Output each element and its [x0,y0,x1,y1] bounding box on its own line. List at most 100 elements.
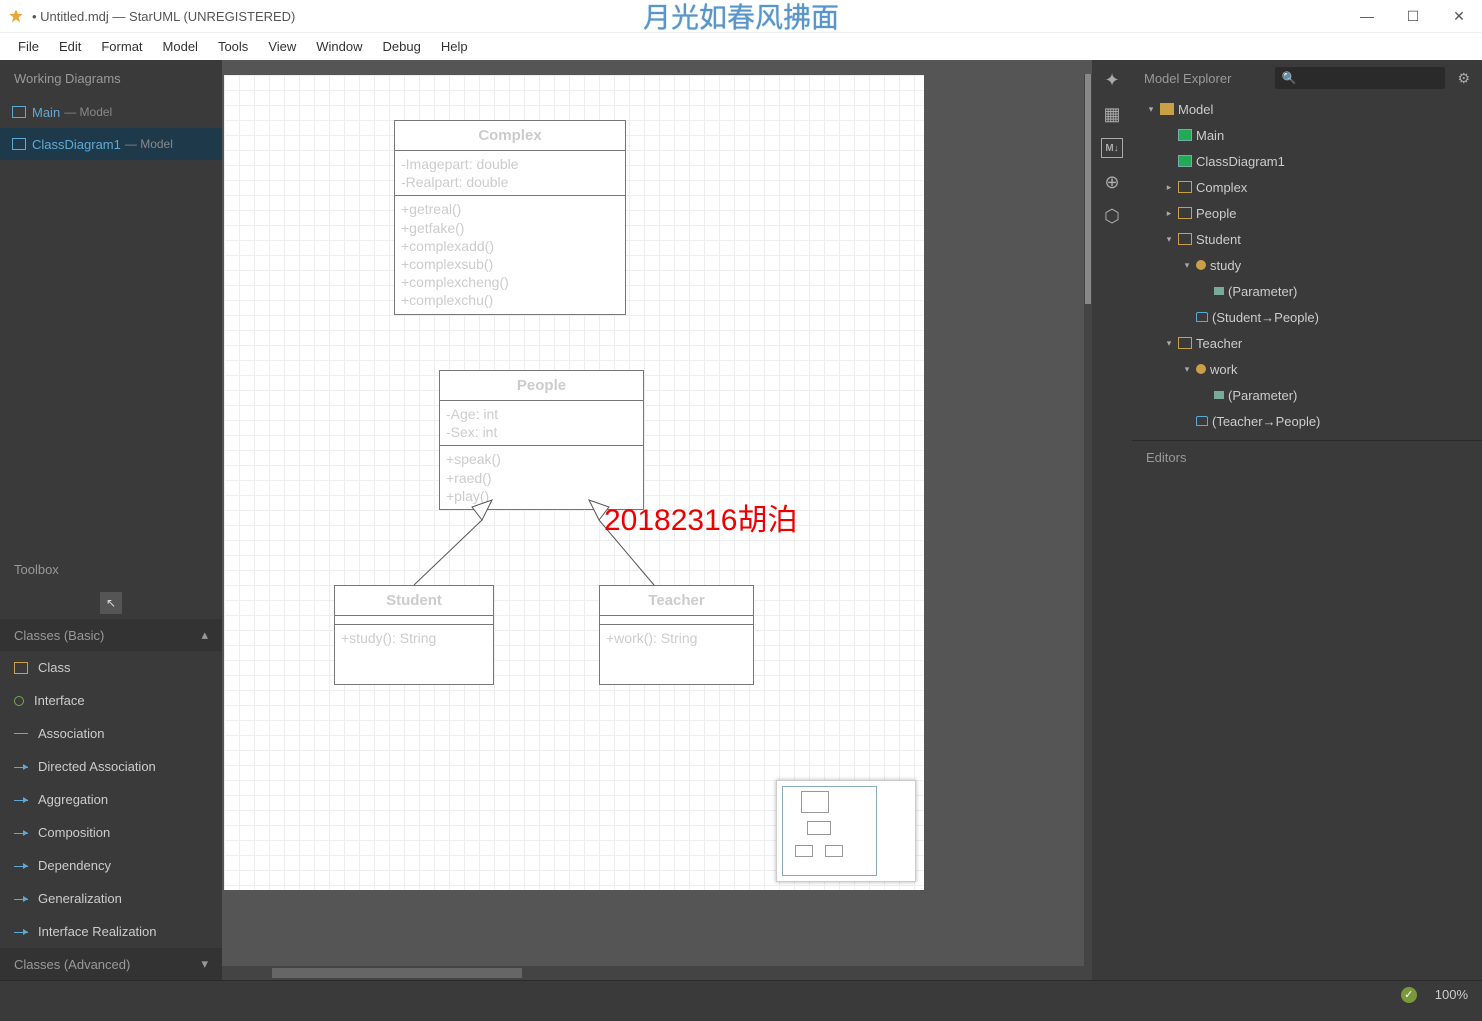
zoom-level[interactable]: 100% [1435,987,1468,1002]
tool-association[interactable]: Association [0,717,222,750]
class-teacher[interactable]: Teacher +work(): String [599,585,754,685]
class-complex[interactable]: Complex -Imagepart: double-Realpart: dou… [394,120,626,315]
menu-format[interactable]: Format [91,35,152,58]
menu-help[interactable]: Help [431,35,478,58]
tool-icon [14,927,28,937]
tree-twist-icon[interactable]: ▸ [1164,208,1174,219]
tree-node-student[interactable]: ▾Student [1132,226,1482,252]
class-operations: +work(): String [600,625,753,651]
tree-node--student-people-[interactable]: (Student→People) [1132,304,1482,330]
pointer-icon: ↖ [100,592,122,614]
tool-composition[interactable]: Composition [0,816,222,849]
working-diagrams-list: Main— ModelClassDiagram1— Model [0,96,222,160]
extension-icon[interactable]: ✦ [1101,70,1123,90]
markdown-icon[interactable]: M↓ [1101,138,1123,158]
expand-icon: ▾ [201,956,208,972]
tool-interface-realization[interactable]: Interface Realization [0,915,222,948]
search-icon: 🔍 [1281,71,1296,85]
class-student[interactable]: Student +study(): String [334,585,494,685]
horizontal-scrollbar[interactable] [222,966,1092,980]
tree-twist-icon[interactable]: ▸ [1164,182,1174,193]
tree-node-complex[interactable]: ▸Complex [1132,174,1482,200]
menu-window[interactable]: Window [306,35,372,58]
tree-twist-icon[interactable]: ▾ [1182,260,1192,271]
class-attributes [600,616,753,625]
tool-directed-association[interactable]: Directed Association [0,750,222,783]
menu-view[interactable]: View [258,35,306,58]
class-operations: +study(): String [335,625,493,651]
minimize-button[interactable]: — [1344,0,1390,32]
diagram-item-main[interactable]: Main— Model [0,96,222,128]
tool-aggregation[interactable]: Aggregation [0,783,222,816]
pointer-tool-row[interactable]: ↖ [0,587,222,619]
tree-twist-icon[interactable]: ▾ [1164,338,1174,349]
op-icon [1196,364,1206,374]
status-bar: ✓ 100% [0,980,1482,1008]
model-tree: ▾ModelMainClassDiagram1▸Complex▸People▾S… [1132,96,1482,434]
tool-icon [14,828,28,838]
diagram-item-classdiagram1[interactable]: ClassDiagram1— Model [0,128,222,160]
maximize-button[interactable]: ☐ [1390,0,1436,32]
tree-node-main[interactable]: Main [1132,122,1482,148]
tree-twist-icon[interactable]: ▾ [1182,364,1192,375]
window-title: • Untitled.mdj — StarUML (UNREGISTERED) [32,9,295,24]
tool-generalization[interactable]: Generalization [0,882,222,915]
class-name: Complex [395,121,625,151]
diagram-canvas[interactable]: Complex -Imagepart: double-Realpart: dou… [222,60,1092,980]
diag-icon [1178,129,1192,141]
share-icon[interactable]: ⬡ [1101,206,1123,226]
grid-icon[interactable]: ▦ [1101,104,1123,124]
vertical-scrollbar[interactable] [1084,74,1092,966]
menu-file[interactable]: File [8,35,49,58]
class-attributes: -Age: int-Sex: int [440,401,643,446]
tool-interface[interactable]: Interface [0,684,222,717]
tool-icon [14,696,24,706]
menu-tools[interactable]: Tools [208,35,258,58]
close-button[interactable]: ✕ [1436,0,1482,32]
status-ok-icon[interactable]: ✓ [1401,987,1417,1003]
cls-icon [1178,337,1192,349]
target-icon[interactable]: ⊕ [1101,172,1123,192]
model-explorer-header: Model Explorer [1144,71,1263,86]
tree-node-people[interactable]: ▸People [1132,200,1482,226]
tree-node-study[interactable]: ▾study [1132,252,1482,278]
settings-icon[interactable]: ⚙ [1457,70,1470,87]
class-people[interactable]: People -Age: int-Sex: int +speak()+raed(… [439,370,644,510]
tree-node-model[interactable]: ▾Model [1132,96,1482,122]
editors-header: Editors [1132,440,1482,474]
param-icon [1214,391,1224,399]
left-panel: Working Diagrams Main— ModelClassDiagram… [0,60,222,980]
menu-model[interactable]: Model [153,35,208,58]
diagram-paper[interactable]: Complex -Imagepart: double-Realpart: dou… [224,75,924,890]
class-name: Student [335,586,493,616]
gen-icon [1196,416,1208,426]
folder-icon [1160,103,1174,115]
toolbox-section-classes-advanced[interactable]: Classes (Advanced)▾ [0,948,222,980]
right-panel: Model Explorer 🔍 ⚙ ▾ModelMainClassDiagra… [1132,60,1482,980]
tree-twist-icon[interactable]: ▾ [1146,104,1156,115]
menu-bar: FileEditFormatModelToolsViewWindowDebugH… [0,32,1482,60]
menu-debug[interactable]: Debug [373,35,431,58]
minimap[interactable] [776,780,916,882]
collapse-icon: ▴ [201,627,208,643]
tree-twist-icon[interactable]: ▾ [1164,234,1174,245]
menu-edit[interactable]: Edit [49,35,91,58]
tool-dependency[interactable]: Dependency [0,849,222,882]
tree-node-teacher[interactable]: ▾Teacher [1132,330,1482,356]
tree-node--parameter-[interactable]: (Parameter) [1132,382,1482,408]
op-icon [1196,260,1206,270]
tool-icon [14,762,28,772]
watermark-text: 月光如春风拂面 [643,0,839,36]
tree-node-work[interactable]: ▾work [1132,356,1482,382]
tool-icon [14,894,28,904]
right-rail: ✦ ▦ M↓ ⊕ ⬡ [1092,60,1132,980]
tree-node--parameter-[interactable]: (Parameter) [1132,278,1482,304]
toolbox-section-classes-basic[interactable]: Classes (Basic)▴ [0,619,222,651]
tree-node-classdiagram1[interactable]: ClassDiagram1 [1132,148,1482,174]
working-diagrams-header: Working Diagrams [0,60,222,96]
model-search-input[interactable]: 🔍 [1275,67,1445,89]
tree-node--teacher-people-[interactable]: (Teacher→People) [1132,408,1482,434]
class-attributes: -Imagepart: double-Realpart: double [395,151,625,196]
param-icon [1214,287,1224,295]
tool-class[interactable]: Class [0,651,222,684]
